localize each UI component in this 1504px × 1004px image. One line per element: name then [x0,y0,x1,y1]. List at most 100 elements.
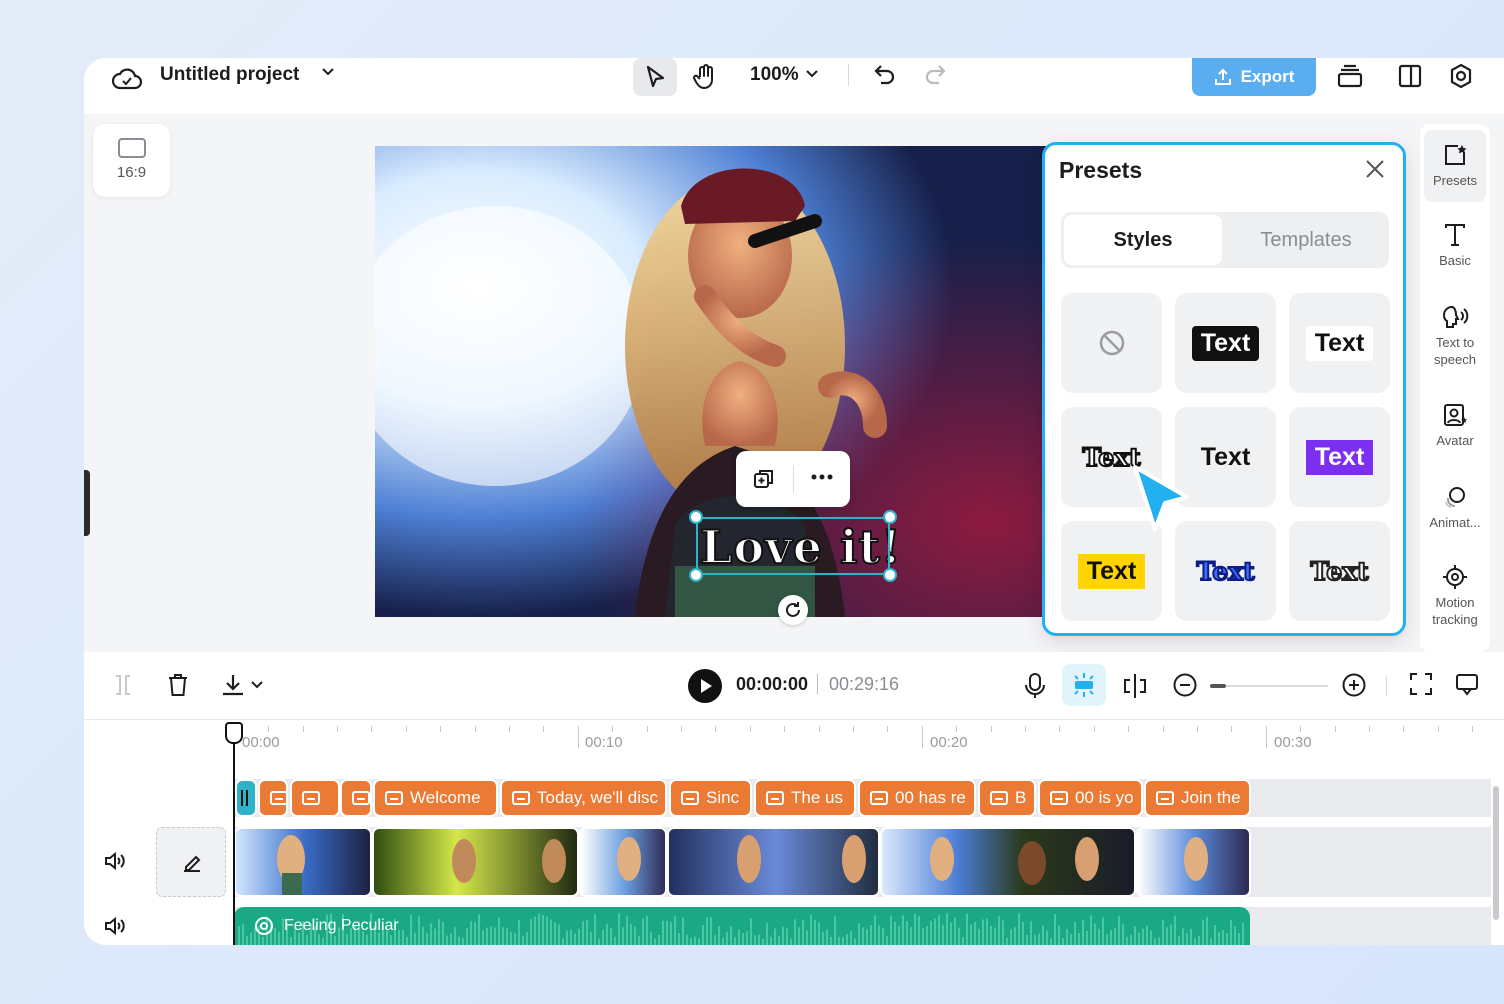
download-icon[interactable] [220,672,246,698]
caption-clip[interactable] [290,779,340,817]
video-clip[interactable] [880,827,1136,897]
preset-white-outline-dark[interactable]: Text [1289,521,1390,621]
zoom-slider[interactable] [1210,684,1328,688]
caption-clip[interactable]: Join the [1144,779,1251,817]
close-icon[interactable] [1365,159,1385,179]
fullscreen-icon[interactable] [1409,672,1433,696]
waveform-bar [426,932,428,945]
rotate-handle[interactable] [778,595,808,625]
sidebar-item-motion-tracking[interactable]: Motion tracking [1420,564,1490,628]
tab-templates[interactable]: Templates [1225,215,1387,265]
waveform-bar [882,928,884,945]
hand-tool-button[interactable] [682,58,726,96]
more-icon[interactable] [810,473,834,481]
caption-selection-box[interactable] [696,517,890,575]
speech-icon [1442,305,1469,328]
video-clip[interactable] [667,827,880,897]
caption-clip[interactable]: 00 is yo [1038,779,1143,817]
waveform-bar [818,922,820,945]
left-panel-toggle[interactable] [84,470,90,536]
caption-icon [681,791,699,805]
play-button[interactable] [688,669,722,703]
duplicate-icon[interactable] [752,467,776,491]
waveform-bar [514,932,516,945]
waveform-bar [634,926,636,945]
sidebar-item-animation[interactable]: Animat... [1420,484,1490,531]
waveform-bar [934,918,936,945]
resize-handle[interactable] [689,510,703,524]
feedback-icon[interactable] [1454,672,1480,698]
redo-icon[interactable] [924,62,950,88]
timeline-scrollbar[interactable] [1493,786,1499,920]
playhead[interactable] [233,722,235,945]
split-icon[interactable] [1122,672,1148,700]
aspect-ratio-button[interactable]: 16:9 [93,124,170,197]
sidebar-item-basic[interactable]: Basic [1420,222,1490,269]
zoom-in-icon[interactable] [1341,672,1367,698]
caption-clip[interactable]: 00 has re [858,779,976,817]
ruler-tick [406,726,407,732]
waveform-bar [998,916,1000,945]
stack-icon[interactable] [1336,62,1364,90]
preset-none[interactable] [1061,293,1162,393]
waveform-bar [718,926,720,945]
preset-white-on-purple[interactable]: Text [1289,407,1390,507]
waveform-bar [722,937,724,945]
video-clip[interactable] [579,827,667,897]
caption-clip[interactable]: B [978,779,1036,817]
waveform-bar [1150,930,1152,945]
layout-panel-icon[interactable] [1397,62,1423,90]
caption-clip[interactable] [258,779,288,817]
preset-label: Text [1305,439,1374,475]
caption-clip[interactable]: Welcome [373,779,498,817]
sidebar-item-avatar[interactable]: Avatar [1420,402,1490,449]
volume-icon[interactable] [104,916,126,936]
waveform-bar [1138,932,1140,945]
timeline-ruler[interactable]: 00:00 00:10 00:20 00:30 [84,720,1504,770]
zoom-level[interactable]: 100% [750,64,799,86]
zoom-out-icon[interactable] [1172,672,1198,698]
caption-clip[interactable] [340,779,372,817]
microphone-icon[interactable] [1024,672,1046,700]
edit-cover-button[interactable] [156,827,226,897]
caption-clip[interactable]: Today, we'll disc [500,779,667,817]
waveform-bar [546,916,548,945]
waveform-bar [910,927,912,945]
waveform-bar [958,927,960,945]
video-thumbnail [1138,829,1249,895]
split-trim-icon[interactable] [112,672,134,698]
tab-styles[interactable]: Styles [1064,215,1222,265]
video-clip[interactable] [372,827,579,897]
zoom-chevron-icon[interactable] [804,66,820,82]
undo-icon[interactable] [870,62,896,88]
export-button[interactable]: Export [1192,58,1316,96]
waveform-bar [902,915,904,945]
waveform-bar [590,932,592,945]
playhead-handle[interactable] [225,722,243,744]
waveform-bar [886,935,888,945]
select-tool-button[interactable] [633,58,677,96]
audio-clip[interactable]: Feeling Peculiar [234,907,1250,945]
resize-handle[interactable] [689,568,703,582]
volume-icon[interactable] [104,851,126,871]
sidebar-item-presets[interactable]: Presets [1424,130,1486,202]
cloud-sync-icon[interactable] [112,66,142,92]
caption-clip[interactable]: Sinc [669,779,752,817]
preset-black-on-white[interactable]: Text [1289,293,1390,393]
waveform-bar [586,919,588,945]
resize-handle[interactable] [883,510,897,524]
caption-clip[interactable] [235,779,257,817]
caption-clip[interactable]: The us [754,779,856,817]
project-title[interactable]: Untitled project [160,64,299,86]
resize-handle[interactable] [883,568,897,582]
magnet-snap-button[interactable] [1062,664,1106,706]
chevron-down-icon[interactable] [320,64,336,80]
settings-icon[interactable] [1447,62,1475,90]
ruler-tick [784,726,785,732]
download-chevron-icon[interactable] [250,679,264,691]
sidebar-item-text-to-speech[interactable]: Text to speech [1420,304,1490,368]
delete-icon[interactable] [166,672,190,698]
preset-white-on-black[interactable]: Text [1175,293,1276,393]
video-clip[interactable] [234,827,372,897]
video-clip[interactable] [1136,827,1251,897]
